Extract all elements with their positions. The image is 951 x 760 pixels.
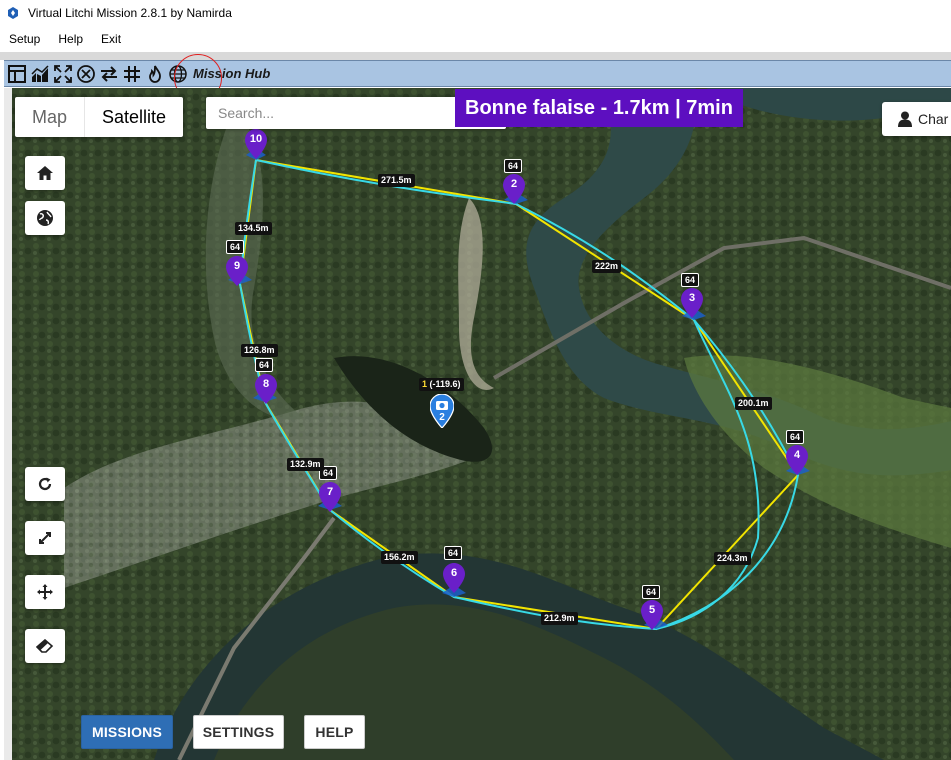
menu-setup[interactable]: Setup (0, 32, 49, 46)
user-icon (898, 111, 912, 127)
menu-help[interactable]: Help (49, 32, 92, 46)
waypoint-marker[interactable]: 5 (641, 600, 663, 630)
waypoint-marker[interactable]: 2 (503, 174, 525, 204)
grid-icon[interactable] (121, 63, 143, 85)
swap-icon[interactable] (98, 63, 120, 85)
expand-icon[interactable] (52, 63, 74, 85)
expand-icon (39, 532, 51, 544)
fullscreen-button[interactable] (25, 521, 65, 555)
waypoint-marker[interactable]: 8 (255, 374, 277, 404)
poi-label: 1 (-119.6) (419, 378, 464, 391)
eraser-button[interactable] (25, 629, 65, 663)
altitude-label: 64 (226, 240, 245, 254)
segment-distance-label: 126.8m (241, 344, 278, 357)
waypoint-marker[interactable]: 7 (319, 482, 341, 512)
refresh-icon (38, 477, 52, 491)
rotate-button[interactable] (25, 467, 65, 501)
segment-distance-label: 212.9m (541, 612, 578, 625)
settings-button[interactable]: SETTINGS (193, 715, 284, 749)
segment-distance-label: 156.2m (381, 551, 418, 564)
altitude-label: 64 (255, 358, 274, 372)
menu-exit[interactable]: Exit (92, 32, 130, 46)
satellite-map[interactable]: 10 64 2 64 3 64 4 64 5 64 6 64 7 64 8 64… (4, 88, 951, 760)
altitude-label: 64 (504, 159, 523, 173)
flight-path (228, 148, 810, 631)
segment-distance-label: 132.9m (287, 458, 324, 471)
table-icon[interactable] (6, 63, 28, 85)
globe-icon[interactable] (167, 63, 189, 85)
chart-icon[interactable] (29, 63, 51, 85)
waypoint-marker[interactable]: 9 (226, 256, 248, 286)
segment-distance-label: 224.3m (714, 552, 751, 565)
poi-number: 1 (422, 379, 428, 389)
tab-map[interactable]: Map (15, 97, 84, 137)
poi-heading: (-119.6) (429, 379, 461, 389)
altitude-label: 64 (444, 546, 463, 560)
altitude-label: 64 (642, 585, 661, 599)
tab-satellite[interactable]: Satellite (84, 97, 183, 137)
mission-hub-label[interactable]: Mission Hub (193, 66, 270, 81)
altitude-label: 64 (786, 430, 805, 444)
home-icon (37, 166, 53, 180)
move-icon (37, 584, 53, 600)
map-type-toggle: Map Satellite (15, 97, 184, 137)
poi-marker[interactable]: 2 (429, 393, 455, 429)
window-title: Virtual Litchi Mission 2.8.1 by Namirda (28, 6, 232, 20)
home-button[interactable] (25, 156, 65, 190)
cancel-icon[interactable] (75, 63, 97, 85)
change-user-button[interactable]: Char (882, 102, 951, 136)
window-titlebar: Virtual Litchi Mission 2.8.1 by Namirda (0, 0, 951, 26)
waypoint-marker[interactable]: 6 (443, 563, 465, 593)
waypoint-marker[interactable]: 10 (245, 129, 267, 159)
change-button-label: Char (918, 111, 949, 127)
toolbar: Mission Hub (4, 60, 951, 87)
missions-button[interactable]: MISSIONS (81, 715, 173, 749)
help-button[interactable]: HELP (304, 715, 365, 749)
app-icon (8, 7, 18, 19)
eraser-icon (36, 639, 54, 653)
segment-distance-label: 222m (592, 260, 622, 273)
waypoint-marker[interactable]: 4 (786, 445, 808, 475)
globe-button[interactable] (25, 201, 65, 235)
segment-distance-label: 271.5m (378, 174, 415, 187)
altitude-label: 64 (681, 273, 700, 287)
waypoint-marker[interactable]: 3 (681, 288, 703, 318)
toolbar-divider (0, 52, 951, 60)
fire-icon[interactable] (144, 63, 166, 85)
menu-bar: Setup Help Exit (0, 26, 951, 52)
mission-title-banner: Bonne falaise - 1.7km | 7min (455, 89, 743, 127)
segment-distance-label: 134.5m (235, 222, 272, 235)
move-button[interactable] (25, 575, 65, 609)
globe-icon (37, 210, 53, 226)
segment-distance-label: 200.1m (735, 397, 772, 410)
